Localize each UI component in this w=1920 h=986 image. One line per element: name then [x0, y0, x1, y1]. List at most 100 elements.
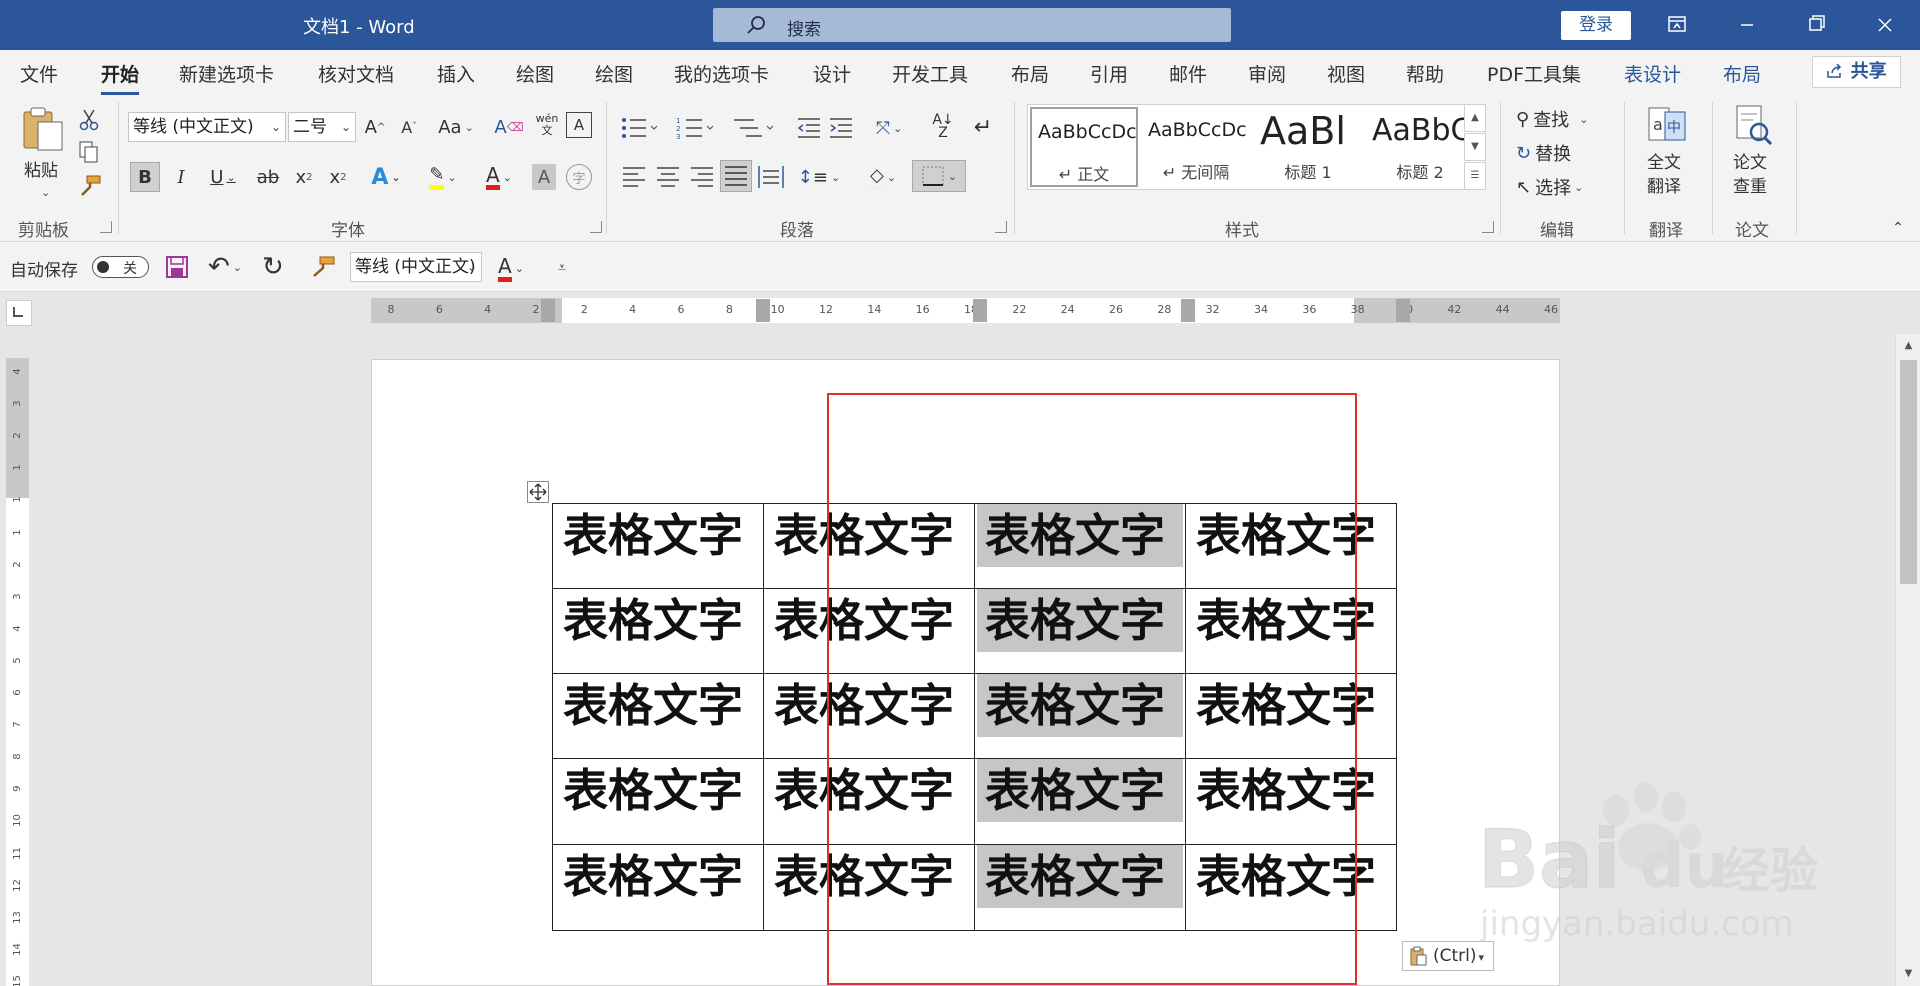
column-marker[interactable]	[973, 299, 987, 322]
share-button[interactable]: 共享	[1812, 56, 1901, 88]
select-button[interactable]: ↖ 选择 ⌄	[1516, 172, 1583, 202]
column-marker[interactable]	[1181, 299, 1195, 322]
align-right-icon[interactable]	[690, 166, 714, 188]
tab-references[interactable]: 引用	[1090, 60, 1128, 87]
horizontal-ruler[interactable]: 8642246810121416182224262832343638404244…	[371, 298, 1560, 323]
customize-qat-icon[interactable]: ⩡	[558, 252, 566, 284]
tab-design[interactable]: 设计	[813, 60, 851, 87]
table-cell[interactable]: 表格文字	[552, 588, 764, 674]
tab-help[interactable]: 帮助	[1406, 60, 1444, 87]
save-icon[interactable]	[165, 255, 189, 279]
center-icon[interactable]	[656, 166, 680, 188]
scrollbar-thumb[interactable]	[1900, 360, 1917, 584]
bullets-icon[interactable]	[620, 116, 660, 140]
table-cell[interactable]: 表格文字	[552, 844, 764, 931]
grow-font-icon[interactable]: A ^	[362, 114, 388, 140]
line-spacing-icon[interactable]: ↕ ≡ ⌄	[796, 162, 842, 192]
table-cell[interactable]: 表格文字	[763, 673, 975, 759]
table-cell[interactable]: 表格文字	[1185, 673, 1397, 759]
tab-insert[interactable]: 插入	[437, 60, 475, 87]
tab-review[interactable]: 审阅	[1248, 60, 1286, 87]
highlighter-icon[interactable]: ✎ ⌄	[420, 162, 466, 192]
align-left-icon[interactable]	[622, 166, 646, 188]
sort-icon[interactable]: A↓ Z	[928, 112, 958, 142]
plagiarism-check-button[interactable]: 论文 查重	[1722, 104, 1784, 208]
replace-button[interactable]: ↻ 替换	[1516, 138, 1571, 168]
font-name-combo[interactable]: 等线 (中文正文) ⌄	[128, 112, 286, 142]
tab-file[interactable]: 文件	[20, 60, 58, 87]
table-cell[interactable]: 表格文字	[763, 758, 975, 845]
login-button[interactable]: 登录	[1561, 11, 1631, 40]
enclose-char-icon[interactable]: 字	[566, 164, 592, 190]
gallery-more-icon[interactable]: ☰	[1464, 162, 1486, 190]
superscript-icon[interactable]: x2	[326, 162, 350, 192]
tab-layout[interactable]: 布局	[1011, 60, 1049, 87]
char-shading-icon[interactable]: A	[532, 164, 556, 190]
phonetic-guide-icon[interactable]: wén 文	[532, 110, 562, 140]
clipboard-launcher[interactable]	[100, 221, 112, 233]
redo-icon[interactable]: ↻	[262, 252, 284, 282]
copy-icon[interactable]	[78, 140, 100, 164]
tab-table-layout[interactable]: 布局	[1723, 60, 1761, 87]
table-cell[interactable]: 表格文字	[974, 588, 1186, 674]
increase-indent-icon[interactable]	[828, 116, 854, 140]
tab-table-design[interactable]: 表设计	[1624, 60, 1681, 87]
char-border-icon[interactable]: A	[566, 112, 592, 138]
scroll-down-icon[interactable]: ▼	[1896, 962, 1920, 986]
tab-view[interactable]: 视图	[1327, 60, 1365, 87]
minimize-icon[interactable]	[1727, 8, 1767, 42]
table-cell[interactable]: 表格文字	[763, 588, 975, 674]
cut-icon[interactable]	[78, 108, 100, 132]
table-cell[interactable]: 表格文字	[552, 673, 764, 759]
full-translate-button[interactable]: a中 全文 翻译	[1636, 104, 1698, 208]
paste-options-button[interactable]: (Ctrl) ▾	[1402, 941, 1494, 971]
collapse-ribbon-icon[interactable]: ⌃	[1888, 220, 1908, 236]
tab-home[interactable]: 开始	[101, 60, 140, 95]
restore-icon[interactable]	[1796, 8, 1836, 42]
column-marker[interactable]	[1396, 299, 1410, 322]
undo-icon[interactable]: ↶ ⌄	[208, 252, 242, 282]
underline-icon[interactable]: U ⌄	[202, 162, 244, 192]
styles-launcher[interactable]	[1482, 221, 1494, 233]
table-cell[interactable]: 表格文字	[1185, 758, 1397, 845]
tab-pdf-tools[interactable]: PDF工具集	[1487, 60, 1581, 87]
bold-icon[interactable]: B	[130, 162, 160, 192]
tab-selector[interactable]	[6, 300, 32, 326]
font-color-icon[interactable]: A ⌄	[476, 162, 522, 192]
format-painter-icon[interactable]	[310, 255, 336, 279]
style-item[interactable]: AaBbCcDc ↵ 无间隔	[1142, 107, 1250, 187]
table-cell[interactable]: 表格文字	[974, 503, 1186, 589]
table-cell[interactable]: 表格文字	[763, 503, 975, 589]
shading-icon[interactable]: ◇ ⌄	[860, 162, 906, 192]
show-marks-icon[interactable]: ↵	[968, 112, 998, 142]
table-cell[interactable]: 表格文字	[974, 758, 1186, 845]
paragraph-launcher[interactable]	[995, 221, 1007, 233]
table-cell[interactable]: 表格文字	[974, 673, 1186, 759]
shrink-font-icon[interactable]: Aˇ	[396, 114, 422, 140]
autosave-toggle[interactable]: 关	[92, 256, 149, 278]
gallery-down-icon[interactable]: ▼	[1464, 133, 1486, 161]
numbering-icon[interactable]: 123	[676, 116, 716, 140]
tab-my-tab[interactable]: 我的选项卡	[674, 60, 769, 87]
clear-format-icon[interactable]: A ⌫	[494, 114, 523, 140]
tab-new-tab[interactable]: 新建选项卡	[179, 60, 274, 87]
table-cell[interactable]: 表格文字	[1185, 844, 1397, 931]
gallery-up-icon[interactable]: ▲	[1464, 104, 1486, 132]
borders-button[interactable]: ⌄	[912, 160, 966, 192]
find-button[interactable]: ⚲ 查找 ⌄	[1516, 104, 1588, 134]
vertical-ruler[interactable]: 4 3 2 1 1 1 2 3 4 5 6 7 8 9 10 11 12 13 14 15	[6, 358, 29, 986]
decrease-indent-icon[interactable]	[796, 116, 822, 140]
table-cell[interactable]: 表格文字	[1185, 503, 1397, 589]
change-case-button[interactable]: Aa ⌄	[436, 114, 476, 140]
distributed-icon[interactable]	[758, 166, 784, 188]
table-cell[interactable]: 表格文字	[974, 844, 1186, 931]
table-cell[interactable]: 表格文字	[1185, 588, 1397, 674]
column-marker[interactable]	[756, 299, 770, 322]
strikethrough-icon[interactable]: ab	[254, 162, 282, 192]
style-item[interactable]: AaBl 标题 1	[1254, 107, 1362, 187]
tab-draw[interactable]: 绘图	[516, 60, 554, 87]
search-box[interactable]: 搜索	[713, 8, 1231, 42]
table-cell[interactable]: 表格文字	[552, 758, 764, 845]
ribbon-display-icon[interactable]	[1657, 8, 1697, 42]
style-item[interactable]: AaBbC 标题 2	[1366, 107, 1474, 187]
